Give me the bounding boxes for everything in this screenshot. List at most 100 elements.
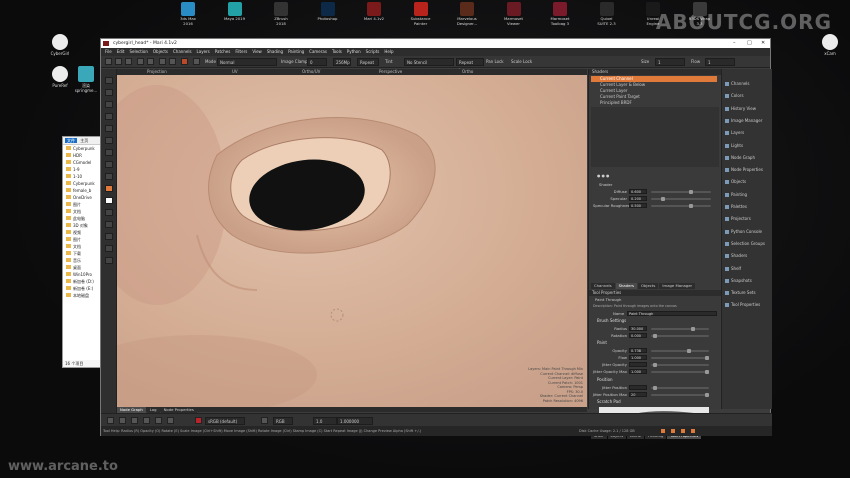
shader-prop-field[interactable]: 0.500 xyxy=(629,203,647,208)
tool-icon[interactable] xyxy=(105,221,113,228)
tool-prop-field[interactable] xyxy=(629,362,647,367)
tab[interactable]: Image Manager xyxy=(659,283,696,289)
slider-knob[interactable] xyxy=(653,363,657,367)
desktop-app-icon[interactable]: Marvelous Designer... xyxy=(447,2,487,26)
tool-section[interactable]: Position xyxy=(591,377,719,383)
brush-icon[interactable] xyxy=(159,58,166,65)
menu-item[interactable]: Scripts xyxy=(366,48,380,56)
viewport-3d[interactable]: Layers: Main Paint Through Mix Current Ch… xyxy=(117,75,587,407)
tool-icon[interactable] xyxy=(105,113,113,120)
tab[interactable]: Objects xyxy=(638,283,659,289)
tool-prop-field[interactable]: 1.000 xyxy=(629,355,647,360)
gamma-field[interactable]: 1.0 xyxy=(313,417,337,425)
shelf-item[interactable]: Selection Groups xyxy=(724,239,772,249)
shelf-item[interactable]: History View xyxy=(724,104,772,114)
desktop-app-icon[interactable]: Photoshop xyxy=(308,2,348,22)
menu-item[interactable]: Objects xyxy=(153,48,168,56)
shelf-item[interactable]: Colors xyxy=(724,91,772,101)
slider-knob[interactable] xyxy=(705,356,709,360)
shelf-item[interactable]: Objects xyxy=(724,177,772,187)
slider-knob[interactable] xyxy=(661,197,665,201)
desktop-app-icon[interactable]: Marmoset Toolbag 3 xyxy=(540,2,580,26)
shelf-item[interactable]: Painting xyxy=(724,190,772,200)
tool-icon[interactable] xyxy=(105,161,113,168)
tab[interactable]: Shaders xyxy=(615,283,638,289)
shelf-item[interactable]: Image Manager xyxy=(724,116,772,126)
explorer-tab-file[interactable]: 文件 xyxy=(65,138,77,143)
mode-dropdown[interactable]: Normal xyxy=(217,58,277,66)
menu-item[interactable]: Patches xyxy=(215,48,231,56)
undo-icon[interactable] xyxy=(137,58,144,65)
desktop-icon-xcam[interactable]: xCam xyxy=(810,34,850,56)
menu-item[interactable]: Selection xyxy=(129,48,147,56)
tab[interactable]: Channels xyxy=(591,283,615,289)
slider-knob[interactable] xyxy=(705,393,709,397)
maximize-button[interactable]: □ xyxy=(747,39,752,48)
menu-item[interactable]: Shading xyxy=(267,48,283,56)
tool-prop-field[interactable] xyxy=(629,385,647,390)
tool-prop-slider[interactable] xyxy=(651,349,709,353)
view-dropdown[interactable]: RGB xyxy=(273,417,293,425)
menu-item[interactable]: Filters xyxy=(235,48,247,56)
image-clamp-field[interactable]: 0 xyxy=(307,58,327,66)
shader-prop-slider[interactable] xyxy=(651,204,711,208)
redo-icon[interactable] xyxy=(119,417,126,424)
lut-icon[interactable] xyxy=(195,417,202,424)
close-button[interactable]: ✕ xyxy=(761,39,765,48)
tool-icon[interactable] xyxy=(105,245,113,252)
desktop-icon-cybergirl[interactable]: CyberGirl xyxy=(40,34,80,56)
refresh-icon[interactable] xyxy=(131,417,138,424)
repeat-dropdown[interactable]: Repeat xyxy=(357,58,379,66)
tool-prop-slider[interactable] xyxy=(651,334,709,338)
menu-item[interactable]: Help xyxy=(384,48,393,56)
slider-knob[interactable] xyxy=(689,204,693,208)
tool-prop-field[interactable]: 0.738 xyxy=(629,348,647,353)
tool-icon[interactable] xyxy=(105,101,113,108)
shelf-item[interactable]: Tool Properties xyxy=(724,300,772,310)
minimize-button[interactable]: – xyxy=(733,39,736,48)
tool-icon[interactable] xyxy=(105,125,113,132)
eraser-icon[interactable] xyxy=(169,58,176,65)
open-icon[interactable] xyxy=(115,58,122,65)
slider-knob[interactable] xyxy=(687,349,691,353)
shelf-item[interactable]: Palettes xyxy=(724,202,772,212)
shelf-item[interactable]: Lights xyxy=(724,141,772,151)
slider-knob[interactable] xyxy=(653,386,657,390)
tool-prop-field[interactable]: 20 xyxy=(629,392,647,397)
menu-item[interactable]: File xyxy=(105,48,112,56)
shader-prop-slider[interactable] xyxy=(651,197,711,201)
shelf-item[interactable]: Texture Sets xyxy=(724,288,772,298)
slider-knob[interactable] xyxy=(689,190,693,194)
lasso-icon[interactable] xyxy=(143,417,150,424)
slider-knob[interactable] xyxy=(691,327,695,331)
colorspace-dropdown[interactable]: sRGB (default) xyxy=(205,417,245,425)
shelf-item[interactable]: Snapshots xyxy=(724,276,772,286)
tab[interactable]: Log xyxy=(146,407,160,413)
exposure-field[interactable]: 1.000000 xyxy=(337,417,373,425)
color-icon[interactable] xyxy=(193,58,200,65)
desktop-app-icon[interactable]: ZBrush 2018 xyxy=(261,2,301,26)
shelf-item[interactable]: Shaders xyxy=(724,251,772,261)
tool-icon[interactable] xyxy=(105,209,113,216)
shader-prop-slider[interactable] xyxy=(651,190,711,194)
paint-through-icon[interactable] xyxy=(181,58,188,65)
desktop-app-icon[interactable]: Maya 2019 xyxy=(215,2,255,22)
tool-icon[interactable] xyxy=(105,197,113,204)
tool-prop-slider[interactable] xyxy=(651,386,709,390)
shelf-item[interactable]: Channels xyxy=(724,79,772,89)
size-field[interactable]: 1 xyxy=(655,58,685,66)
tool-icon[interactable] xyxy=(105,257,113,264)
desktop-app-icon[interactable]: Unreal Engine xyxy=(633,2,673,26)
shader-tool-icons[interactable]: ● ● ● xyxy=(597,173,609,178)
save-icon[interactable] xyxy=(125,58,132,65)
select-icon[interactable] xyxy=(155,417,162,424)
slider-knob[interactable] xyxy=(705,370,709,374)
tool-icon[interactable] xyxy=(105,185,113,192)
mari-window[interactable]: cybergirl_head* - Mari 4.1v2 – □ ✕ File E… xyxy=(100,38,772,439)
new-icon[interactable] xyxy=(105,58,112,65)
desktop-app-icon[interactable]: Substance Painter xyxy=(401,2,441,26)
menu-item[interactable]: Painting xyxy=(288,48,304,56)
shelf-item[interactable]: Node Graph xyxy=(724,153,772,163)
pan-lock-toggle[interactable]: Pan Lock xyxy=(486,58,504,66)
explorer-tab-home[interactable]: 主页 xyxy=(78,138,90,143)
